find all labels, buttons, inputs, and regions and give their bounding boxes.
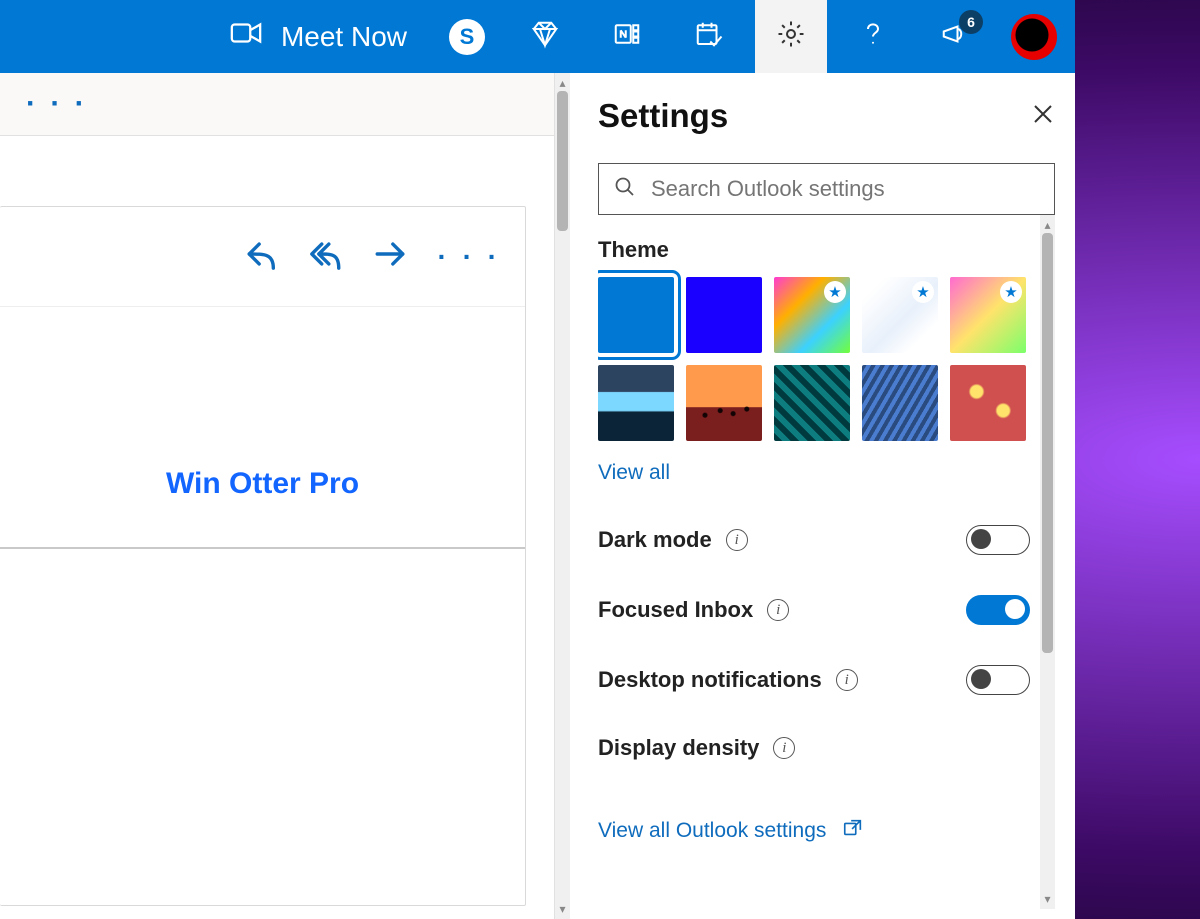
settings-scroll-area: Theme ★ ★ ★ View all Dark mode i Focused I… xyxy=(598,237,1034,909)
premium-star-icon: ★ xyxy=(824,281,846,303)
scrollbar-inner[interactable]: ▴ ▾ xyxy=(1040,215,1055,909)
close-icon xyxy=(1031,113,1055,130)
premium-star-icon: ★ xyxy=(1000,281,1022,303)
message-toolbar: · · · xyxy=(0,207,525,307)
body-row: · · · xyxy=(0,73,1075,919)
dark-mode-toggle[interactable] xyxy=(966,525,1030,555)
meet-now-button[interactable]: Meet Now xyxy=(211,16,425,57)
theme-swatch-rainbow[interactable]: ★ xyxy=(774,277,850,353)
settings-button[interactable] xyxy=(755,0,827,73)
theme-swatch-blue2[interactable] xyxy=(686,277,762,353)
notification-badge: 6 xyxy=(959,10,983,34)
desktop-notifications-label: Desktop notifications xyxy=(598,667,822,693)
theme-swatch-blue[interactable] xyxy=(598,277,674,353)
meet-now-label: Meet Now xyxy=(281,21,407,53)
theme-swatch-red[interactable] xyxy=(950,365,1026,441)
focused-inbox-toggle[interactable] xyxy=(966,595,1030,625)
message-more-button[interactable]: · · · xyxy=(437,254,501,260)
view-all-themes-link[interactable]: View all xyxy=(598,461,670,485)
reply-all-icon xyxy=(309,258,343,275)
settings-panel: Settings Theme ★ xyxy=(570,73,1075,919)
dark-mode-row: Dark mode i xyxy=(598,525,1030,555)
info-icon[interactable]: i xyxy=(767,599,789,621)
video-icon xyxy=(229,16,263,57)
desktop-notifications-toggle[interactable] xyxy=(966,665,1030,695)
focused-inbox-label: Focused Inbox xyxy=(598,597,753,623)
skype-icon: S xyxy=(460,24,475,50)
settings-heading: Settings xyxy=(598,97,728,135)
reply-all-button[interactable] xyxy=(309,237,343,276)
theme-swatch-wave[interactable] xyxy=(598,365,674,441)
scrollbar-outer[interactable]: ▴ ▾ xyxy=(555,73,570,919)
settings-column: ▴ ▾ Settings xyxy=(554,73,1075,919)
theme-swatch-palm[interactable] xyxy=(686,365,762,441)
diamond-icon xyxy=(530,19,560,54)
forward-button[interactable] xyxy=(373,237,407,276)
info-icon[interactable]: i xyxy=(726,529,748,551)
theme-swatch-white[interactable]: ★ xyxy=(862,277,938,353)
my-day-button[interactable] xyxy=(673,0,745,73)
close-settings-button[interactable] xyxy=(1031,102,1055,131)
calendar-check-icon xyxy=(694,19,724,54)
forward-icon xyxy=(373,258,407,275)
main-column: · · · xyxy=(0,73,554,919)
open-external-icon xyxy=(842,817,864,844)
desktop-notifications-row: Desktop notifications i xyxy=(598,665,1030,695)
reading-pane: · · · Win Otter Pro xyxy=(0,136,554,919)
titlebar: Meet Now S xyxy=(0,0,1075,73)
settings-search-input[interactable] xyxy=(649,175,1040,203)
premium-star-icon: ★ xyxy=(912,281,934,303)
display-density-label: Display density xyxy=(598,735,759,761)
info-icon[interactable]: i xyxy=(773,737,795,759)
outlook-window: Meet Now S xyxy=(0,0,1075,919)
command-bar: · · · xyxy=(0,73,554,136)
theme-grid: ★ ★ ★ xyxy=(598,277,1030,441)
focused-inbox-row: Focused Inbox i xyxy=(598,595,1030,625)
divider xyxy=(0,547,525,549)
more-actions-button[interactable]: · · · xyxy=(26,101,88,107)
settings-search[interactable] xyxy=(598,163,1055,215)
premium-button[interactable] xyxy=(509,0,581,73)
theme-swatch-pony[interactable]: ★ xyxy=(950,277,1026,353)
whats-new-button[interactable]: 6 xyxy=(919,0,991,73)
help-button[interactable] xyxy=(837,0,909,73)
reply-button[interactable] xyxy=(245,237,279,276)
theme-swatch-circuit[interactable] xyxy=(774,365,850,441)
ad-promo-link[interactable]: Win Otter Pro xyxy=(0,467,525,501)
skype-button[interactable]: S xyxy=(449,19,485,55)
theme-swatch-elev[interactable] xyxy=(862,365,938,441)
help-icon xyxy=(858,19,888,54)
message-container: · · · Win Otter Pro xyxy=(0,206,526,906)
display-density-row: Display density i xyxy=(598,735,1030,761)
search-icon xyxy=(613,175,637,204)
reply-icon xyxy=(245,258,279,275)
onenote-icon xyxy=(612,19,642,54)
theme-section-label: Theme xyxy=(598,237,1030,263)
onenote-feed-button[interactable] xyxy=(591,0,663,73)
view-all-settings-link[interactable]: View all Outlook settings xyxy=(598,819,826,843)
dark-mode-label: Dark mode xyxy=(598,527,712,553)
avatar[interactable] xyxy=(1011,14,1057,60)
gear-icon xyxy=(776,19,806,54)
info-icon[interactable]: i xyxy=(836,669,858,691)
